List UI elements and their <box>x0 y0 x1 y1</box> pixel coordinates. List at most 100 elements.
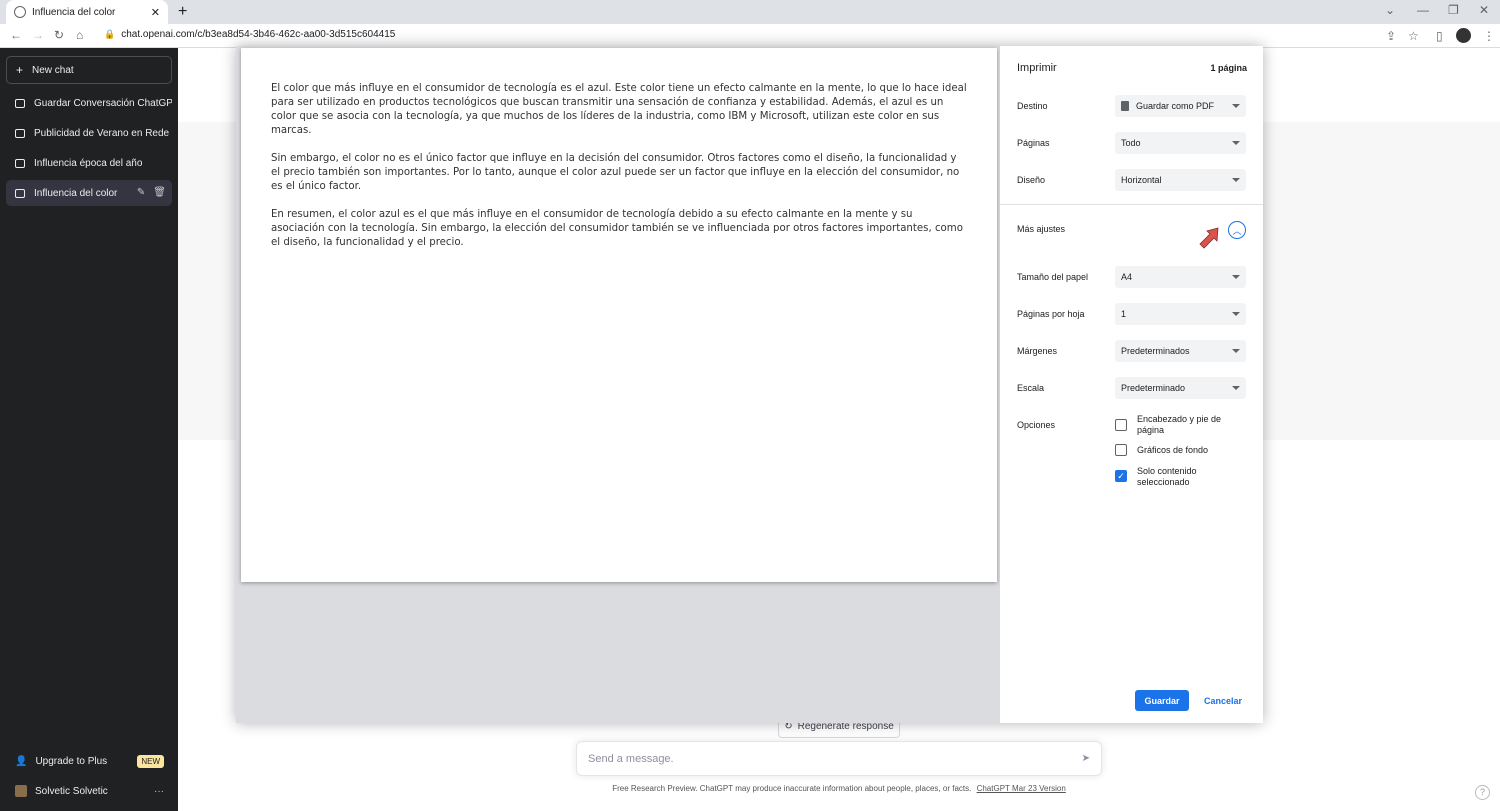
option-label: Encabezado y pie de página <box>1137 414 1222 435</box>
chat-item[interactable]: Guardar Conversación ChatGP <box>6 90 172 116</box>
send-icon[interactable]: ➤ <box>1082 753 1090 764</box>
footer-disclaimer: Free Research Preview. ChatGPT may produ… <box>178 784 1500 793</box>
openai-favicon-icon <box>14 6 26 18</box>
divider <box>1000 204 1263 205</box>
chat-bubble-icon <box>15 188 25 198</box>
margenes-label: Márgenes <box>1017 346 1058 356</box>
browser-tab[interactable]: Influencia del color ✕ <box>6 0 168 24</box>
new-chat-button[interactable]: + New chat <box>6 56 172 84</box>
escala-label: Escala <box>1017 383 1045 393</box>
user-avatar <box>15 785 27 797</box>
diseno-label: Diseño <box>1017 175 1046 185</box>
paginas-select[interactable]: Todo <box>1115 132 1246 154</box>
forward-icon[interactable]: → <box>32 28 44 42</box>
selection-only-checkbox[interactable]: ✓ <box>1115 470 1127 482</box>
save-button[interactable]: Guardar <box>1135 690 1189 711</box>
minimize-icon[interactable]: — <box>1417 3 1429 17</box>
chat-bubble-icon <box>15 128 25 138</box>
address-bar: ← → ↻ ⌂ 🔒 chat.openai.com/c/b3ea8d54-3b4… <box>0 24 1500 48</box>
chat-bubble-icon <box>15 98 25 108</box>
side-panel-icon[interactable]: ▯ <box>1436 29 1443 43</box>
pph-label: Páginas por hoja <box>1017 309 1085 319</box>
sidebar: + New chat Guardar Conversación ChatGP P… <box>0 48 178 811</box>
chat-item-active[interactable]: Influencia del color ✎ 🗑 <box>6 180 172 206</box>
expand-collapse-icon[interactable]: ︿ <box>1228 221 1246 239</box>
chat-bubble-icon <box>15 158 25 168</box>
print-settings-panel: Imprimir 1 página Destino Guardar como P… <box>1000 46 1263 723</box>
margenes-select[interactable]: Predeterminados <box>1115 340 1246 362</box>
chat-item-label: Publicidad de Verano en Rede <box>34 127 170 139</box>
tab-strip: Influencia del color ✕ + ⌄ — ❐ ✕ <box>0 0 1500 24</box>
back-icon[interactable]: ← <box>10 28 22 42</box>
trash-icon[interactable]: 🗑 <box>153 187 166 198</box>
message-input[interactable]: Send a message. ➤ <box>576 741 1102 776</box>
cancel-button[interactable]: Cancelar <box>1197 690 1249 711</box>
diseno-value: Horizontal <box>1121 175 1162 185</box>
pph-select[interactable]: 1 <box>1115 303 1246 325</box>
chat-item-label: Influencia época del año <box>34 157 143 169</box>
close-tab-icon[interactable]: ✕ <box>151 6 160 19</box>
reload-icon[interactable]: ↻ <box>54 28 64 42</box>
person-icon: 👤 <box>15 755 28 767</box>
version-link[interactable]: ChatGPT Mar 23 Version <box>977 784 1066 793</box>
print-preview: El color que más influye en el consumido… <box>236 46 1000 723</box>
margenes-value: Predeterminados <box>1121 346 1190 356</box>
share-icon[interactable]: ⇪ <box>1386 29 1396 43</box>
footer-text: Free Research Preview. ChatGPT may produ… <box>612 784 972 793</box>
chat-item-label: Guardar Conversación ChatGP <box>34 97 172 109</box>
url-field[interactable]: 🔒 chat.openai.com/c/b3ea8d54-3b46-462c-a… <box>104 29 395 40</box>
dropdown-caret-icon <box>1232 104 1240 108</box>
browser-menu-icon[interactable]: ⋮ <box>1483 29 1495 43</box>
url-text: chat.openai.com/c/b3ea8d54-3b46-462c-aa0… <box>121 29 396 40</box>
paginas-label: Páginas <box>1017 138 1050 148</box>
destino-value: Guardar como PDF <box>1136 101 1215 111</box>
tab-title: Influencia del color <box>32 6 116 18</box>
close-window-icon[interactable]: ✕ <box>1479 3 1489 17</box>
new-badge: NEW <box>137 754 164 768</box>
destino-select[interactable]: Guardar como PDF <box>1115 95 1246 117</box>
mas-ajustes-label[interactable]: Más ajustes <box>1017 224 1065 234</box>
home-icon[interactable]: ⌂ <box>76 28 83 42</box>
upgrade-label: Upgrade to Plus <box>35 755 108 767</box>
help-icon[interactable]: ? <box>1475 785 1490 800</box>
tamano-label: Tamaño del papel <box>1017 272 1089 282</box>
bookmark-star-icon[interactable]: ☆ <box>1408 29 1419 43</box>
new-tab-icon[interactable]: + <box>178 3 187 21</box>
maximize-icon[interactable]: ❐ <box>1448 3 1459 17</box>
dropdown-caret-icon <box>1232 349 1240 353</box>
escala-value: Predeterminado <box>1121 383 1186 393</box>
chat-item-label: Influencia del color <box>34 187 118 199</box>
tamano-select[interactable]: A4 <box>1115 266 1246 288</box>
profile-avatar[interactable] <box>1456 28 1471 43</box>
file-icon <box>1121 101 1129 111</box>
header-footer-checkbox[interactable] <box>1115 419 1127 431</box>
preview-paragraph: Sin embargo, el color no es el único fac… <box>271 153 960 192</box>
option-label: Solo contenido seleccionado <box>1137 466 1197 487</box>
dropdown-caret-icon <box>1232 312 1240 316</box>
page-count: 1 página <box>1210 63 1247 73</box>
chat-item[interactable]: Influencia época del año <box>6 150 172 176</box>
preview-page: El color que más influye en el consumido… <box>241 48 997 582</box>
background-graphics-checkbox[interactable] <box>1115 444 1127 456</box>
user-name: Solvetic Solvetic <box>35 785 108 797</box>
print-dialog: El color que más influye en el consumido… <box>236 46 1263 723</box>
dropdown-caret-icon <box>1232 141 1240 145</box>
upgrade-plus-button[interactable]: 👤 Upgrade to Plus NEW <box>6 748 172 774</box>
opciones-label: Opciones <box>1017 420 1056 430</box>
annotation-arrow-icon <box>1199 227 1219 249</box>
tab-search-icon[interactable]: ⌄ <box>1385 3 1395 17</box>
preview-paragraph: El color que más influye en el consumido… <box>271 83 967 136</box>
more-options-icon[interactable]: ··· <box>154 786 164 797</box>
plus-icon: + <box>16 63 24 77</box>
user-menu-button[interactable]: Solvetic Solvetic ··· <box>6 778 172 804</box>
new-chat-label: New chat <box>32 64 74 76</box>
print-title: Imprimir <box>1017 62 1057 74</box>
escala-select[interactable]: Predeterminado <box>1115 377 1246 399</box>
diseno-select[interactable]: Horizontal <box>1115 169 1246 191</box>
dropdown-caret-icon <box>1232 178 1240 182</box>
dropdown-caret-icon <box>1232 275 1240 279</box>
chat-item[interactable]: Publicidad de Verano en Rede <box>6 120 172 146</box>
edit-icon[interactable]: ✎ <box>137 187 145 198</box>
tamano-value: A4 <box>1121 272 1133 282</box>
pph-value: 1 <box>1121 309 1127 319</box>
